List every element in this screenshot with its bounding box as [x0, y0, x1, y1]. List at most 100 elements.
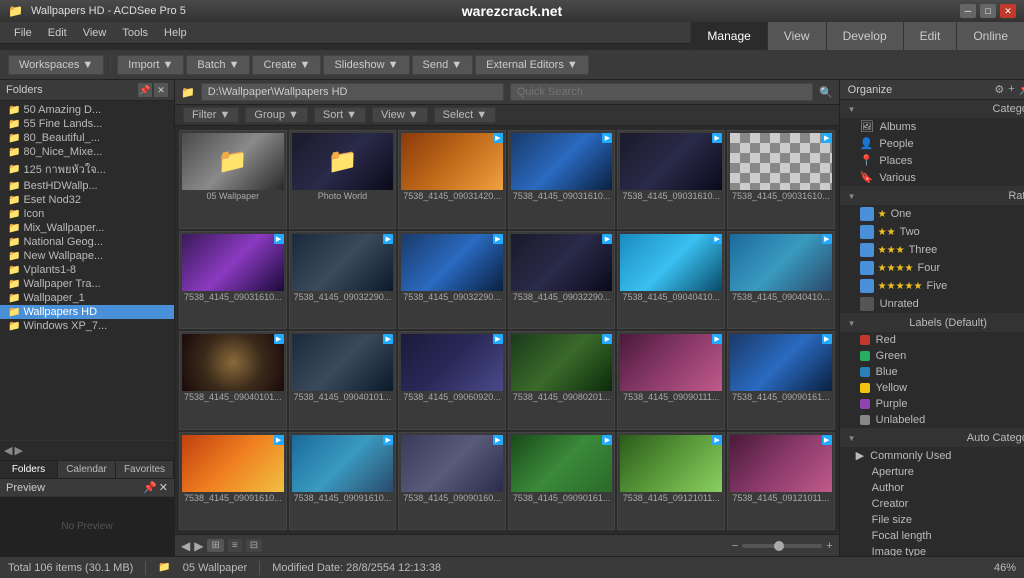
label-red[interactable]: Red [840, 332, 1024, 348]
view-thumbs[interactable]: ⊞ [207, 539, 223, 552]
rating-2[interactable]: ★★ Two [840, 223, 1024, 241]
auto-aperture[interactable]: Aperture [840, 464, 1024, 480]
folder-item[interactable]: 📁Windows XP_7... [0, 319, 174, 333]
label-green[interactable]: Green [840, 348, 1024, 364]
menu-tools[interactable]: Tools [114, 25, 156, 41]
category-albums[interactable]: 🖼 Albums [840, 118, 1024, 135]
thumb-item[interactable]: 📁 05 Wallpaper [179, 130, 287, 229]
thumb-item[interactable]: ▶ 7538_4145_09032290... [398, 231, 506, 330]
maximize-button[interactable]: □ [980, 4, 996, 18]
select-button[interactable]: Select ▼ [434, 107, 497, 123]
folder-tree[interactable]: 📁50 Amazing D... 📁55 Fine Lands... 📁80_B… [0, 101, 174, 440]
tab-edit[interactable]: Edit [903, 22, 957, 50]
menu-file[interactable]: File [6, 25, 40, 41]
thumb-item[interactable]: ▶ 7538_4145_09031610... [617, 130, 725, 229]
label-yellow[interactable]: Yellow [840, 380, 1024, 396]
zoom-slider[interactable] [742, 544, 822, 548]
filter-button[interactable]: Filter ▼ [183, 107, 239, 123]
menu-view[interactable]: View [75, 25, 115, 41]
rating-4[interactable]: ★★★★ Four [840, 259, 1024, 277]
workspaces-button[interactable]: Workspaces ▼ [8, 55, 104, 75]
auto-categories-header[interactable]: Auto Categories [840, 429, 1024, 447]
thumb-item[interactable]: ▶ 7538_4145_09031420... [398, 130, 506, 229]
create-button[interactable]: Create ▼ [252, 55, 321, 75]
tab-favorites[interactable]: Favorites [116, 461, 174, 478]
minimize-button[interactable]: ─ [960, 4, 976, 18]
add-icon[interactable]: + [1008, 83, 1014, 96]
rating-3[interactable]: ★★★ Three [840, 241, 1024, 259]
folder-close-button[interactable]: ✕ [154, 83, 168, 97]
batch-button[interactable]: Batch ▼ [186, 55, 250, 75]
folder-item[interactable]: 📁80_Beautiful_... [0, 131, 174, 145]
label-unlabeled[interactable]: Unlabeled [840, 412, 1024, 428]
rating-1[interactable]: ★ One [840, 205, 1024, 223]
folder-item[interactable]: 📁Wallpaper Tra... [0, 277, 174, 291]
thumb-item[interactable]: ▶ 7538_4145_09080201... [508, 331, 616, 430]
folder-item[interactable]: 📁Wallpaper_1 [0, 291, 174, 305]
nav-forward[interactable]: ▶ [194, 539, 203, 553]
auto-author[interactable]: Author [840, 480, 1024, 496]
external-editors-button[interactable]: External Editors ▼ [475, 55, 589, 75]
auto-imagetype[interactable]: Image type [840, 544, 1024, 556]
folder-item[interactable]: 📁National Geog... [0, 235, 174, 249]
view-details[interactable]: ≡ [228, 539, 242, 552]
tab-folders[interactable]: Folders [0, 461, 58, 478]
rating-5[interactable]: ★★★★★ Five [840, 277, 1024, 295]
tab-develop[interactable]: Develop [826, 22, 903, 50]
thumb-item[interactable]: ▶ 7538_4145_09060920... [398, 331, 506, 430]
thumb-item[interactable]: ▶ 7538_4145_09040410... [617, 231, 725, 330]
menu-help[interactable]: Help [156, 25, 195, 41]
thumb-item[interactable]: ▶ 7538_4145_09031610... [727, 130, 835, 229]
auto-creator[interactable]: Creator [840, 496, 1024, 512]
import-button[interactable]: Import ▼ [117, 55, 184, 75]
thumb-item[interactable]: ▶ 7538_4145_09031610... [508, 130, 616, 229]
folder-item[interactable]: 📁Eset Nod32 [0, 193, 174, 207]
close-button[interactable]: ✕ [1000, 4, 1016, 18]
thumb-item[interactable]: ▶ 7538_4145_09090161... [727, 331, 835, 430]
folder-item[interactable]: 📁BestHDWallp... [0, 179, 174, 193]
organize-pin[interactable]: 📌 [1019, 83, 1024, 96]
thumb-item[interactable]: ▶ 7538_4145_09040410... [727, 231, 835, 330]
preview-pin-button[interactable]: 📌 [143, 481, 157, 494]
preview-close-button[interactable]: ✕ [159, 481, 168, 494]
auto-filesize[interactable]: File size [840, 512, 1024, 528]
folder-item[interactable]: 📁55 Fine Lands... [0, 117, 174, 131]
tab-manage[interactable]: Manage [690, 22, 766, 50]
tab-view[interactable]: View [767, 22, 826, 50]
scroll-right[interactable]: ▶ [14, 444, 22, 457]
thumb-item[interactable]: ▶ 7538_4145_09040101... [179, 331, 287, 430]
category-people[interactable]: 👤 People [840, 135, 1024, 152]
rating-unrated[interactable]: Unrated [840, 295, 1024, 313]
category-various[interactable]: 🔖 Various [840, 169, 1024, 186]
tab-online[interactable]: Online [956, 22, 1024, 50]
thumb-item[interactable]: ▶ 7538_4145_09031610... [179, 231, 287, 330]
tab-calendar[interactable]: Calendar [58, 461, 116, 478]
categories-header[interactable]: Categories [840, 100, 1024, 118]
folder-item-selected[interactable]: 📁Wallpapers HD [0, 305, 174, 319]
folder-item[interactable]: 📁125 กาพยหัวใจ... [0, 159, 174, 179]
slideshow-button[interactable]: Slideshow ▼ [323, 55, 409, 75]
thumb-item[interactable]: ▶ 7538_4145_09091610... [179, 432, 287, 531]
view-strip[interactable]: ⊟ [246, 539, 262, 552]
path-input[interactable]: D:\Wallpaper\Wallpapers HD [201, 83, 504, 101]
menu-edit[interactable]: Edit [40, 25, 75, 41]
ratings-header[interactable]: Ratings [840, 187, 1024, 205]
folder-item[interactable]: 📁New Wallpape... [0, 249, 174, 263]
folder-item[interactable]: 📁Mix_Wallpaper... [0, 221, 174, 235]
thumb-item[interactable]: ▶ 7538_4145_09091610... [289, 432, 397, 531]
folder-item[interactable]: 📁Icon [0, 207, 174, 221]
sort-button[interactable]: Sort ▼ [314, 107, 366, 123]
label-purple[interactable]: Purple [840, 396, 1024, 412]
label-blue[interactable]: Blue [840, 364, 1024, 380]
folder-item[interactable]: 📁80_Nice_Mixe... [0, 145, 174, 159]
scroll-left[interactable]: ◀ [4, 444, 12, 457]
thumb-item[interactable]: ▶ 7538_4145_09121011... [617, 432, 725, 531]
nav-back[interactable]: ◀ [181, 539, 190, 553]
search-input[interactable] [510, 83, 813, 101]
thumb-item[interactable]: ▶ 7538_4145_09040101... [289, 331, 397, 430]
auto-focal[interactable]: Focal length [840, 528, 1024, 544]
folder-pin-button[interactable]: 📌 [138, 83, 152, 97]
thumb-item[interactable]: ▶ 7538_4145_09121011... [727, 432, 835, 531]
auto-commonly-used[interactable]: ▶ Commonly Used [840, 447, 1024, 464]
view-button[interactable]: View ▼ [372, 107, 428, 123]
